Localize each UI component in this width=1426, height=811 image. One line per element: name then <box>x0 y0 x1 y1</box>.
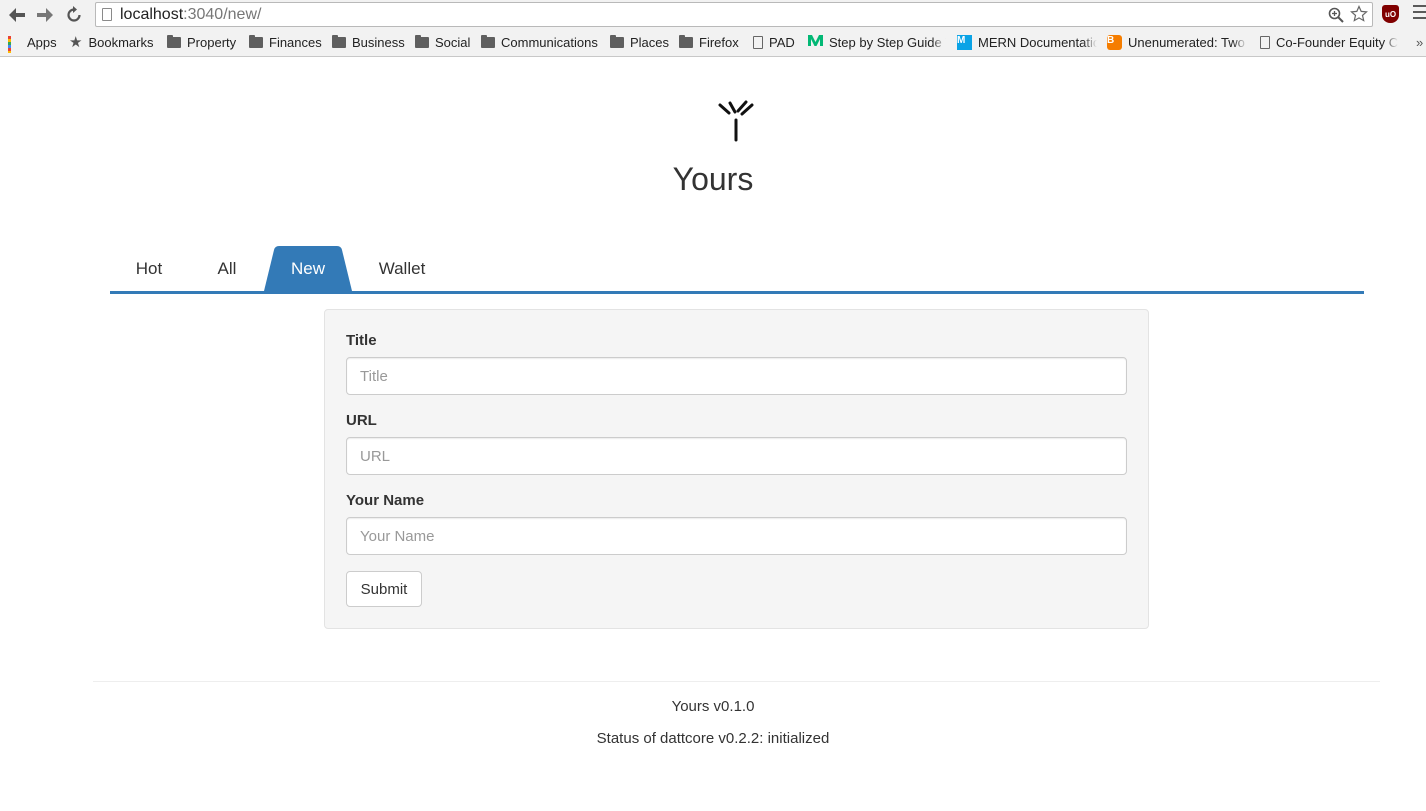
ublock-extension-icon[interactable]: uO <box>1382 5 1399 23</box>
bookmark-co-founder-equity[interactable]: Co-Founder Equity C <box>1260 31 1398 53</box>
new-post-form: Title URL Your Name Submit <box>324 309 1149 629</box>
bookmark-star-icon[interactable] <box>1350 5 1368 28</box>
tab-wallet[interactable]: Wallet <box>366 246 438 291</box>
blogger-icon: B <box>1107 34 1122 50</box>
logo-icon <box>716 100 756 142</box>
site-title: Yours <box>672 161 754 197</box>
bookmark-bookmarks[interactable]: ★ Bookmarks <box>69 31 153 53</box>
browser-menu-icon[interactable] <box>1413 5 1426 23</box>
url-label: URL <box>346 412 377 429</box>
folder-icon <box>332 34 346 48</box>
folder-icon <box>610 34 624 48</box>
back-icon[interactable] <box>6 4 28 26</box>
browser-chrome: localhost:3040/new/ uO Apps ★ Bookmarks … <box>0 0 1426 57</box>
apps-icon <box>8 35 21 53</box>
bookmark-business[interactable]: Business <box>332 31 405 53</box>
title-label: Title <box>346 332 377 349</box>
bookmark-property[interactable]: Property <box>167 31 236 53</box>
star-icon: ★ <box>69 34 83 51</box>
footer-status: Status of dattcore v0.2.2: initialized <box>596 730 830 747</box>
bookmark-mern-documentation[interactable]: M MERN Documentatio <box>957 31 1097 53</box>
bookmark-places[interactable]: Places <box>610 31 669 53</box>
bookmark-firefox[interactable]: Firefox <box>679 31 739 53</box>
page-icon <box>102 8 112 21</box>
bookmark-apps[interactable]: Apps <box>8 31 57 53</box>
folder-icon <box>415 34 429 48</box>
address-bar[interactable]: localhost:3040/new/ <box>95 2 1373 27</box>
folder-icon <box>167 34 181 48</box>
forward-icon[interactable] <box>34 4 56 26</box>
your-name-input[interactable] <box>346 517 1127 555</box>
bookmark-social[interactable]: Social <box>415 31 470 53</box>
folder-icon <box>679 34 693 48</box>
bookmark-unenumerated[interactable]: B Unenumerated: Two <box>1107 31 1247 53</box>
tab-all[interactable]: All <box>200 246 254 291</box>
page-icon <box>1260 35 1270 49</box>
bookmark-finances[interactable]: Finances <box>249 31 322 53</box>
footer-divider <box>93 681 1380 682</box>
tab-new[interactable]: New <box>264 246 352 291</box>
submit-button[interactable]: Submit <box>346 571 422 607</box>
bookmarks-overflow-icon[interactable]: » <box>1416 31 1423 53</box>
bookmarks-bar: Apps ★ Bookmarks Property Finances Busin… <box>0 31 1426 53</box>
your-name-label: Your Name <box>346 492 425 509</box>
url-host: localhost <box>120 6 184 23</box>
m-icon: M <box>957 34 972 50</box>
bookmark-step-by-step-guide[interactable]: Step by Step Guide T <box>808 31 946 53</box>
folder-icon <box>249 34 263 48</box>
medium-icon <box>808 34 823 50</box>
zoom-icon[interactable] <box>1328 7 1344 28</box>
url-path: :3040/new/ <box>183 6 262 23</box>
nav-tabs: Hot All New Wallet <box>110 246 1364 294</box>
url-input[interactable] <box>346 437 1127 475</box>
bookmark-communications[interactable]: Communications <box>481 31 598 53</box>
footer-version: Yours v0.1.0 <box>671 698 755 715</box>
tab-hot[interactable]: Hot <box>120 246 178 291</box>
title-input[interactable] <box>346 357 1127 395</box>
bookmark-pad[interactable]: PAD <box>753 31 795 53</box>
page-icon <box>753 35 763 49</box>
folder-icon <box>481 34 495 48</box>
reload-icon[interactable] <box>63 4 85 26</box>
